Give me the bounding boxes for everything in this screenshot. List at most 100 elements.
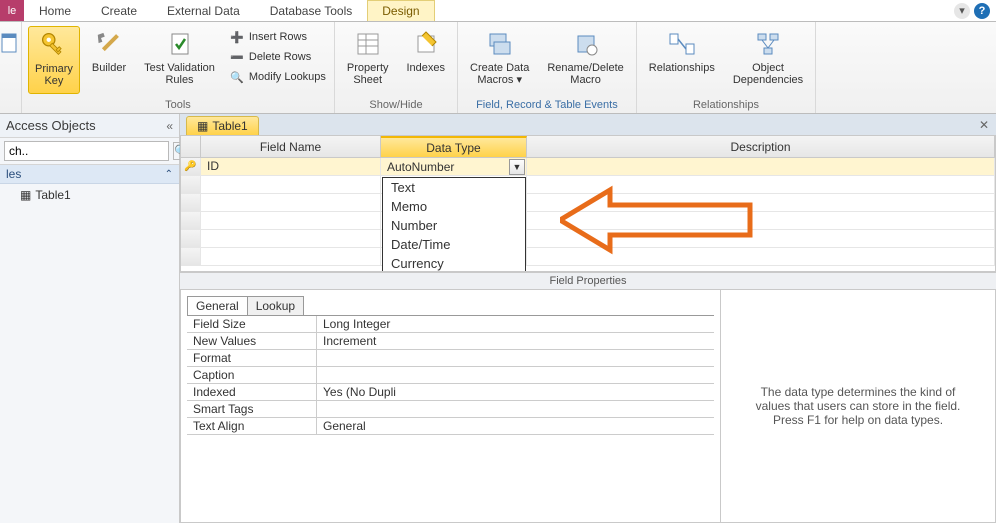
delete-rows-icon: ➖ — [229, 49, 245, 65]
delete-rows-button[interactable]: ➖ Delete Rows — [227, 48, 328, 66]
field-properties-bar: Field Properties — [180, 272, 996, 289]
search-input[interactable] — [4, 141, 169, 161]
field-properties-help: The data type determines the kind of val… — [721, 290, 995, 522]
ribbon-tab-strip: le Home Create External Data Database To… — [0, 0, 996, 22]
table-row[interactable] — [181, 194, 995, 212]
insert-rows-button[interactable]: ➕ Insert Rows — [227, 28, 328, 46]
insert-rows-icon: ➕ — [229, 29, 245, 45]
create-data-macros-button[interactable]: Create Data Macros ▾ — [464, 26, 535, 94]
field-property-row[interactable]: Field SizeLong Integer — [187, 316, 714, 333]
fp-tab-lookup[interactable]: Lookup — [248, 296, 304, 315]
nav-collapse-icon[interactable]: « — [166, 119, 173, 133]
field-properties-pane: General Lookup Field SizeLong IntegerNew… — [180, 289, 996, 523]
modify-lookups-icon: 🔍 — [229, 69, 245, 85]
rename-macro-icon — [570, 28, 602, 60]
field-property-row[interactable]: Format — [187, 350, 714, 367]
field-property-name: Field Size — [187, 316, 317, 332]
field-property-value[interactable]: Increment — [317, 333, 714, 349]
tab-home[interactable]: Home — [24, 0, 86, 21]
create-data-macros-label: Create Data Macros ▾ — [470, 62, 529, 86]
dropdown-item[interactable]: Date/Time — [383, 235, 525, 254]
row-selector-header[interactable] — [181, 136, 201, 157]
relationships-button[interactable]: Relationships — [643, 26, 721, 94]
design-grid: Field Name Data Type Description 🔑 ID Au… — [180, 135, 996, 272]
file-tab[interactable]: le — [0, 0, 24, 21]
field-property-value[interactable] — [317, 367, 714, 383]
navigation-pane: Access Objects « 🔍 les ⌃ ▦ Table1 — [0, 114, 180, 523]
help-icon[interactable]: ? — [974, 3, 990, 19]
indexes-button[interactable]: Indexes — [401, 26, 452, 94]
indexes-label: Indexes — [407, 62, 446, 74]
data-type-dropdown[interactable]: TextMemoNumberDate/TimeCurrencyAutoNumbe… — [382, 177, 526, 272]
column-field-name[interactable]: Field Name — [201, 136, 381, 157]
field-property-row[interactable]: IndexedYes (No Dupli — [187, 384, 714, 401]
property-sheet-icon — [352, 28, 384, 60]
field-property-name: Indexed — [187, 384, 317, 400]
field-property-name: Smart Tags — [187, 401, 317, 417]
dropdown-item[interactable]: Text — [383, 178, 525, 197]
document-tab-table1[interactable]: ▦ Table1 — [186, 116, 259, 135]
showhide-group-label: Show/Hide — [341, 97, 451, 113]
dropdown-item[interactable]: Memo — [383, 197, 525, 216]
table-row[interactable]: 🔑 ID AutoNumber ▼ — [181, 158, 995, 176]
field-property-name: Text Align — [187, 418, 317, 434]
column-description[interactable]: Description — [527, 136, 995, 157]
table-row[interactable] — [181, 230, 995, 248]
object-dependencies-button[interactable]: Object Dependencies — [727, 26, 809, 94]
tab-database-tools[interactable]: Database Tools — [255, 0, 368, 21]
property-sheet-button[interactable]: Property Sheet — [341, 26, 395, 94]
test-validation-button[interactable]: Test Validation Rules — [138, 26, 221, 94]
nav-section-tables[interactable]: les ⌃ — [0, 165, 179, 184]
builder-label: Builder — [92, 62, 126, 74]
insert-rows-label: Insert Rows — [249, 31, 307, 43]
field-property-name: Caption — [187, 367, 317, 383]
field-property-value[interactable]: General — [317, 418, 714, 434]
field-property-row[interactable]: New ValuesIncrement — [187, 333, 714, 350]
fp-tab-general[interactable]: General — [187, 296, 248, 315]
field-name-cell[interactable]: ID — [201, 158, 381, 175]
modify-lookups-label: Modify Lookups — [249, 71, 326, 83]
builder-button[interactable]: Builder — [86, 26, 132, 94]
tab-design[interactable]: Design — [367, 0, 434, 21]
nav-item-table1[interactable]: ▦ Table1 — [0, 184, 179, 206]
dropdown-item[interactable]: Currency — [383, 254, 525, 272]
table-row[interactable] — [181, 176, 995, 194]
data-type-dropdown-button[interactable]: ▼ — [509, 159, 525, 175]
field-property-value[interactable]: Yes (No Dupli — [317, 384, 714, 400]
field-property-row[interactable]: Caption — [187, 367, 714, 384]
minimize-ribbon-icon[interactable]: ▾ — [954, 3, 970, 19]
rename-delete-macro-label: Rename/Delete Macro — [547, 62, 623, 86]
primary-key-indicator-icon: 🔑 — [184, 161, 196, 172]
nav-title: Access Objects — [6, 118, 96, 133]
field-property-row[interactable]: Text AlignGeneral — [187, 418, 714, 435]
table-icon: ▦ — [197, 119, 208, 133]
field-property-name: Format — [187, 350, 317, 366]
rename-delete-macro-button[interactable]: Rename/Delete Macro — [541, 26, 629, 94]
tab-external-data[interactable]: External Data — [152, 0, 255, 21]
field-properties-table: Field SizeLong IntegerNew ValuesIncremen… — [187, 315, 714, 435]
relationships-icon — [666, 28, 698, 60]
relationships-group-label: Relationships — [643, 97, 809, 113]
primary-key-button[interactable]: Primary Key — [28, 26, 80, 94]
field-property-value[interactable] — [317, 401, 714, 417]
row-selector[interactable]: 🔑 — [181, 158, 201, 175]
description-cell[interactable] — [527, 158, 995, 175]
dropdown-item[interactable]: Number — [383, 216, 525, 235]
delete-rows-label: Delete Rows — [249, 51, 311, 63]
document-close-button[interactable]: ✕ — [976, 117, 992, 133]
document-tabs: ▦ Table1 ✕ — [180, 114, 996, 135]
tab-create[interactable]: Create — [86, 0, 152, 21]
test-validation-label: Test Validation Rules — [144, 62, 215, 86]
modify-lookups-button[interactable]: 🔍 Modify Lookups — [227, 68, 328, 86]
field-property-value[interactable] — [317, 350, 714, 366]
field-property-row[interactable]: Smart Tags — [187, 401, 714, 418]
property-sheet-label: Property Sheet — [347, 62, 389, 86]
builder-icon — [93, 28, 125, 60]
primary-key-label: Primary Key — [35, 63, 73, 87]
field-property-value[interactable]: Long Integer — [317, 316, 714, 332]
nav-item-label: Table1 — [35, 188, 70, 202]
data-type-cell[interactable]: AutoNumber ▼ — [381, 158, 527, 175]
table-row[interactable] — [181, 212, 995, 230]
table-row[interactable] — [181, 248, 995, 266]
column-data-type[interactable]: Data Type — [381, 136, 527, 157]
